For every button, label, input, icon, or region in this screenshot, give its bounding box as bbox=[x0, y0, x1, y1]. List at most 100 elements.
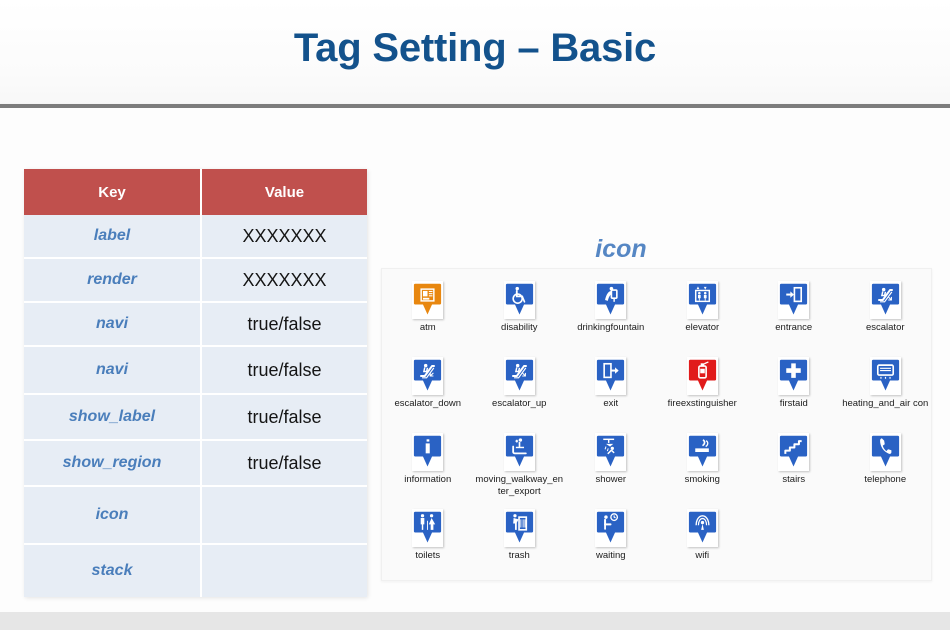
row-value-icon bbox=[202, 487, 367, 545]
row-key-label: label bbox=[24, 215, 203, 259]
icon-cell-stairs[interactable]: stairs bbox=[748, 429, 840, 505]
table-row: render XXXXXXX bbox=[24, 259, 367, 303]
icon-label: elevator bbox=[685, 322, 720, 333]
row-value-navi-1: true/false bbox=[202, 303, 367, 347]
table-row: stack bbox=[24, 545, 367, 597]
icon-label: shower bbox=[595, 474, 627, 485]
icon-label: escalator_up bbox=[492, 398, 547, 409]
row-key-navi-2: navi bbox=[24, 347, 203, 395]
atm-icon bbox=[412, 281, 444, 319]
toilets-icon bbox=[412, 509, 444, 547]
icon-cell-toilets[interactable]: toilets bbox=[382, 505, 474, 581]
elevator-icon bbox=[686, 281, 718, 319]
icon-cell-wifi[interactable]: wifi bbox=[657, 505, 749, 581]
icon-cell-atm[interactable]: atm bbox=[382, 277, 474, 353]
table-header-row: Key Value bbox=[24, 169, 367, 215]
slide-root: Tag Setting – Basic Key Value label XXXX… bbox=[0, 0, 950, 630]
table-row: icon bbox=[24, 487, 367, 545]
icon-label: escalator bbox=[865, 322, 905, 333]
icon-grid: atm disability drinkingfountain elevator ent… bbox=[382, 277, 931, 581]
icon-cell-entrance[interactable]: entrance bbox=[748, 277, 840, 353]
icon-cell-escalator_up[interactable]: escalator_up bbox=[474, 353, 566, 429]
row-key-show-label: show_label bbox=[24, 395, 203, 441]
exit-icon bbox=[595, 357, 627, 395]
icon-panel-heading: icon bbox=[595, 235, 647, 263]
row-key-show-region: show_region bbox=[24, 441, 203, 487]
hvac-icon bbox=[869, 357, 901, 395]
row-key-render: render bbox=[24, 259, 203, 303]
fire-extinguisher-icon bbox=[686, 357, 718, 395]
icon-label: fireexstinguisher bbox=[667, 398, 737, 409]
icon-label: wifi bbox=[695, 550, 710, 561]
wheelchair-icon bbox=[503, 281, 535, 319]
table-row: show_region true/false bbox=[24, 441, 367, 487]
entrance-icon bbox=[778, 281, 810, 319]
title-band: Tag Setting – Basic bbox=[0, 0, 950, 105]
column-header-value: Value bbox=[202, 169, 367, 215]
icon-label: moving_walkway_enter_export bbox=[475, 474, 564, 497]
icon-cell-escalator_down[interactable]: escalator_down bbox=[382, 353, 474, 429]
icon-panel: atm disability drinkingfountain elevator ent… bbox=[381, 268, 932, 581]
information-icon bbox=[412, 433, 444, 471]
table-body: label XXXXXXX render XXXXXXX navi true/f… bbox=[24, 215, 367, 597]
icon-label: disability bbox=[501, 322, 538, 333]
row-value-label: XXXXXXX bbox=[202, 215, 367, 259]
drinking-fountain-icon bbox=[595, 281, 627, 319]
table-row: navi true/false bbox=[24, 303, 367, 347]
table-row: navi true/false bbox=[24, 347, 367, 395]
shower-icon bbox=[595, 433, 627, 471]
page-title: Tag Setting – Basic bbox=[293, 26, 657, 70]
first-aid-icon bbox=[778, 357, 810, 395]
row-value-show-label: true/false bbox=[202, 395, 367, 441]
moving-walkway-icon bbox=[503, 433, 535, 471]
icon-cell-disability[interactable]: disability bbox=[474, 277, 566, 353]
bottom-strip bbox=[0, 612, 950, 630]
icon-cell-smoking[interactable]: smoking bbox=[657, 429, 749, 505]
icon-cell-elevator[interactable]: elevator bbox=[657, 277, 749, 353]
icon-cell-fireexstinguisher[interactable]: fireexstinguisher bbox=[657, 353, 749, 429]
icon-label: waiting bbox=[595, 550, 626, 561]
icon-cell-waiting[interactable]: waiting bbox=[565, 505, 657, 581]
icon-cell-exit[interactable]: exit bbox=[565, 353, 657, 429]
icon-cell-telephone[interactable]: telephone bbox=[840, 429, 932, 505]
icon-cell-escalator[interactable]: escalator bbox=[840, 277, 932, 353]
icon-label: entrance bbox=[775, 322, 813, 333]
icon-label: trash bbox=[508, 550, 530, 561]
row-value-show-region: true/false bbox=[202, 441, 367, 487]
row-value-navi-2: true/false bbox=[202, 347, 367, 395]
icon-label: toilets bbox=[415, 550, 441, 561]
telephone-icon bbox=[869, 433, 901, 471]
icon-label: stairs bbox=[782, 474, 806, 485]
waiting-icon bbox=[595, 509, 627, 547]
icon-label: information bbox=[404, 474, 452, 485]
tag-settings-table: Key Value label XXXXXXX render XXXXXXX n… bbox=[24, 169, 367, 597]
row-value-render: XXXXXXX bbox=[202, 259, 367, 303]
stairs-icon bbox=[778, 433, 810, 471]
column-header-key: Key bbox=[24, 169, 203, 215]
icon-cell-shower[interactable]: shower bbox=[565, 429, 657, 505]
icon-cell-heating_and_aircon[interactable]: heating_and_air con bbox=[840, 353, 932, 429]
icon-label: firstaid bbox=[779, 398, 808, 409]
icon-label: smoking bbox=[684, 474, 720, 485]
icon-cell-trash[interactable]: trash bbox=[474, 505, 566, 581]
smoking-icon bbox=[686, 433, 718, 471]
trash-icon bbox=[503, 509, 535, 547]
table-row: show_label true/false bbox=[24, 395, 367, 441]
icon-label: escalator_down bbox=[394, 398, 462, 409]
icon-label: telephone bbox=[864, 474, 907, 485]
icon-cell-firstaid[interactable]: firstaid bbox=[748, 353, 840, 429]
escalator-icon bbox=[869, 281, 901, 319]
icon-cell-moving_walkway_enter_export[interactable]: moving_walkway_enter_export bbox=[474, 429, 566, 505]
row-key-icon: icon bbox=[24, 487, 203, 545]
escalator-down-icon bbox=[412, 357, 444, 395]
row-key-stack: stack bbox=[24, 545, 203, 597]
escalator-up-icon bbox=[503, 357, 535, 395]
wifi-icon bbox=[686, 509, 718, 547]
icon-label: atm bbox=[419, 322, 436, 333]
icon-cell-information[interactable]: information bbox=[382, 429, 474, 505]
icon-label: exit bbox=[603, 398, 619, 409]
icon-label: heating_and_air con bbox=[842, 398, 929, 409]
row-value-stack bbox=[202, 545, 367, 597]
icon-cell-drinkingfountain[interactable]: drinkingfountain bbox=[565, 277, 657, 353]
table-row: label XXXXXXX bbox=[24, 215, 367, 259]
